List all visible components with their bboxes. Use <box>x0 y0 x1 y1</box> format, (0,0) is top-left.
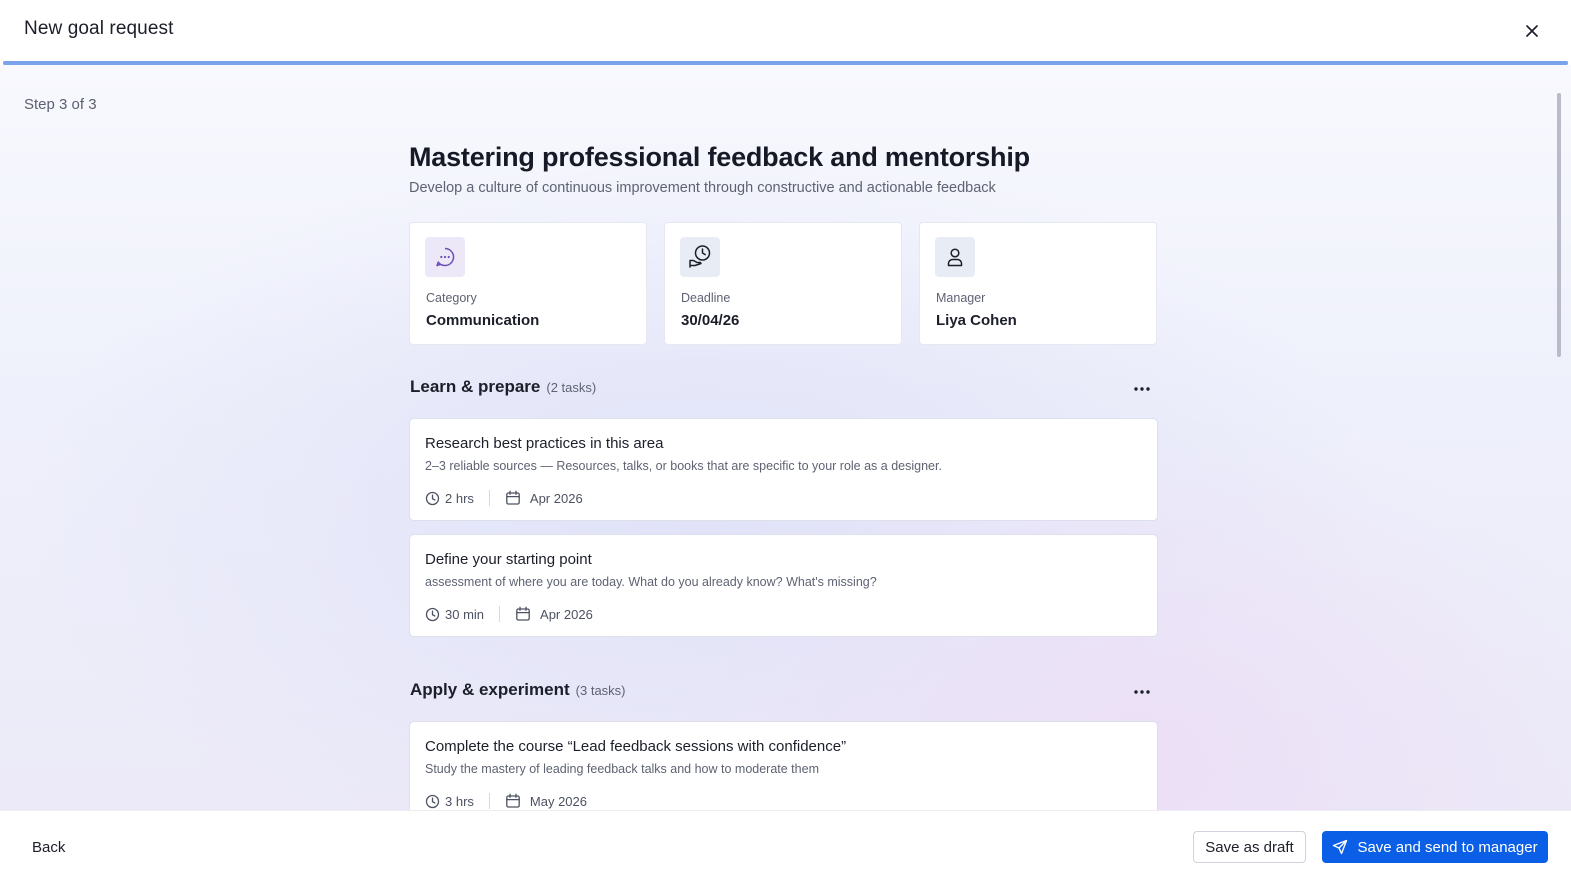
modal-footer: Back Save as draft Save and send to mana… <box>0 810 1571 884</box>
meta-divider <box>488 490 490 506</box>
task-date: May 2026 <box>505 793 587 809</box>
section-title-text: Apply & experiment <box>410 680 570 699</box>
modal-content[interactable]: Step 3 of 3 Mastering professional feedb… <box>0 65 1571 810</box>
clock-icon <box>425 491 440 505</box>
calendar-icon <box>516 606 530 621</box>
chat-bubble-icon <box>425 237 465 277</box>
modal-title: New goal request <box>24 18 174 39</box>
save-and-send-label: Save and send to manager <box>1357 838 1538 856</box>
task-date-text: Apr 2026 <box>529 490 583 506</box>
task-duration-text: 30 min <box>445 606 485 622</box>
task-duration: 2 hrs <box>425 491 474 506</box>
task-duration: 30 min <box>425 607 484 622</box>
category-card: Category Communication <box>409 222 647 345</box>
section-task-count: (2 tasks) <box>546 380 597 395</box>
task-title: Research best practices in this area <box>425 435 664 452</box>
user-icon <box>935 237 975 277</box>
manager-card: Manager Liya Cohen <box>919 222 1157 345</box>
section-apply-experiment: Apply & experiment (3 tasks) <box>410 680 1160 706</box>
manager-value: Liya Cohen <box>936 312 1017 329</box>
meta-divider <box>499 606 501 622</box>
task-description: Study the mastery of leading feedback ta… <box>425 762 819 776</box>
section-title-text: Learn & prepare <box>410 377 541 396</box>
scrollbar[interactable] <box>1557 93 1561 357</box>
goal-title: Mastering professional feedback and ment… <box>409 142 1030 172</box>
calendar-icon <box>506 490 520 505</box>
task-duration-text: 2 hrs <box>445 490 474 506</box>
task-card[interactable]: Complete the course “Lead feedback sessi… <box>409 721 1158 810</box>
close-button[interactable] <box>1519 18 1545 44</box>
save-draft-button[interactable]: Save as draft <box>1193 831 1306 863</box>
task-title: Complete the course “Lead feedback sessi… <box>425 738 847 755</box>
task-card[interactable]: Research best practices in this area 2–3… <box>409 418 1158 521</box>
task-card[interactable]: Define your starting point assessment of… <box>409 534 1158 637</box>
section-title: Learn & prepare (2 tasks) <box>410 377 596 397</box>
close-icon <box>1526 25 1538 37</box>
section-more-button[interactable] <box>1130 379 1154 399</box>
deadline-card: Deadline 30/04/26 <box>664 222 902 345</box>
task-description: 2–3 reliable sources — Resources, talks,… <box>425 459 942 473</box>
clock-icon <box>425 794 440 808</box>
category-value: Communication <box>426 312 540 329</box>
task-meta: 2 hrs Apr 2026 <box>425 489 583 507</box>
more-horizontal-icon <box>1134 387 1150 391</box>
back-button[interactable]: Back <box>20 831 77 863</box>
task-date: Apr 2026 <box>515 606 593 622</box>
deadline-label: Deadline <box>681 291 731 305</box>
calendar-icon <box>506 793 520 808</box>
task-title: Define your starting point <box>425 551 592 568</box>
modal-header: New goal request <box>0 0 1571 61</box>
meta-divider <box>488 793 490 809</box>
category-label: Category <box>426 291 477 305</box>
save-and-send-button[interactable]: Save and send to manager <box>1322 831 1548 863</box>
manager-label: Manager <box>936 291 986 305</box>
clock-icon <box>425 607 440 621</box>
task-date-text: Apr 2026 <box>540 606 593 622</box>
more-horizontal-icon <box>1134 690 1150 694</box>
send-icon <box>1333 839 1348 855</box>
section-more-button[interactable] <box>1130 682 1154 702</box>
clock-hand-icon <box>680 237 720 277</box>
task-meta: 3 hrs May 2026 <box>425 792 587 810</box>
section-task-count: (3 tasks) <box>575 683 626 698</box>
task-description: assessment of where you are today. What … <box>425 575 877 589</box>
deadline-value: 30/04/26 <box>681 312 740 329</box>
task-duration: 3 hrs <box>425 794 474 809</box>
section-title: Apply & experiment (3 tasks) <box>410 680 626 700</box>
section-learn-prepare: Learn & prepare (2 tasks) <box>410 377 1160 403</box>
task-date: Apr 2026 <box>505 490 583 506</box>
task-duration-text: 3 hrs <box>445 793 474 809</box>
task-date-text: May 2026 <box>529 793 587 809</box>
task-meta: 30 min Apr 2026 <box>425 605 593 623</box>
step-indicator: Step 3 of 3 <box>24 96 97 113</box>
goal-subtitle: Develop a culture of continuous improvem… <box>409 180 996 196</box>
